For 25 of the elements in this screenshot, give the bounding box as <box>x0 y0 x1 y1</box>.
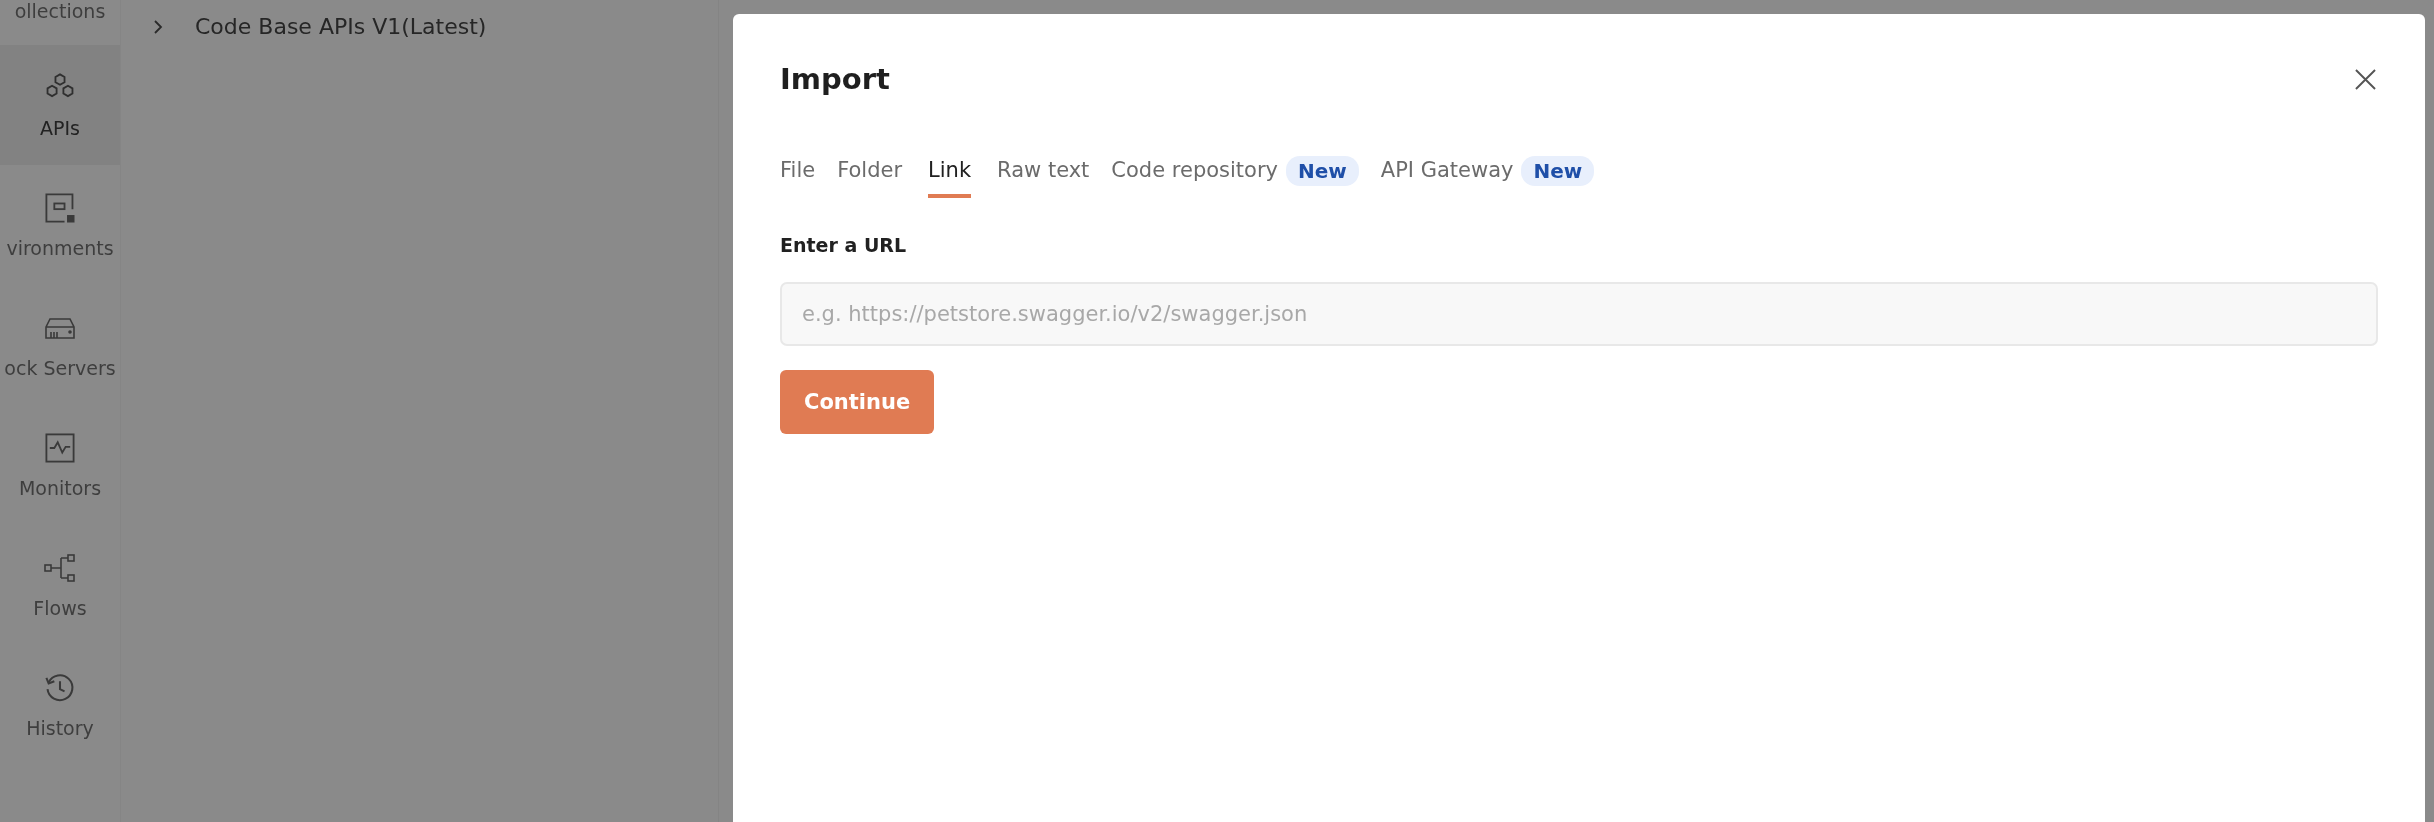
tree-item[interactable]: Code Base APIs V1(Latest) <box>153 14 718 39</box>
dialog-title: Import <box>780 62 890 96</box>
tab[interactable]: Code repository <box>1111 158 1278 198</box>
close-icon[interactable] <box>2355 68 2376 90</box>
flow-icon <box>43 551 77 585</box>
sidebar-item[interactable]: APIs <box>0 45 120 165</box>
tab[interactable]: Folder <box>837 158 903 198</box>
continue-button[interactable]: Continue <box>780 370 935 434</box>
sidebar-item[interactable]: vironments <box>0 165 120 285</box>
sidebar-item[interactable]: ock Servers <box>0 285 120 405</box>
tab[interactable]: Raw text <box>997 158 1090 198</box>
tree-item-label: Code Base APIs V1(Latest) <box>195 14 487 39</box>
url-input-field[interactable]: e.g. https://petstore.swagger.io/v2/swagger.json <box>780 282 2378 346</box>
sidebar-item[interactable]: Flows <box>0 525 120 645</box>
pulse-icon <box>43 431 77 465</box>
sidebar-item[interactable]: History <box>0 645 120 765</box>
tab[interactable]: Link <box>928 158 972 198</box>
new-badge: New <box>1521 156 1595 186</box>
tab[interactable]: File <box>780 158 816 198</box>
tab[interactable]: API Gateway <box>1380 158 1514 198</box>
sidebar-item[interactable]: Monitors <box>0 405 120 525</box>
environment-icon <box>43 191 77 225</box>
sidebar-item[interactable]: ollections <box>0 0 120 45</box>
new-badge: New <box>1286 156 1359 186</box>
field-label: Enter a URL <box>780 234 908 256</box>
